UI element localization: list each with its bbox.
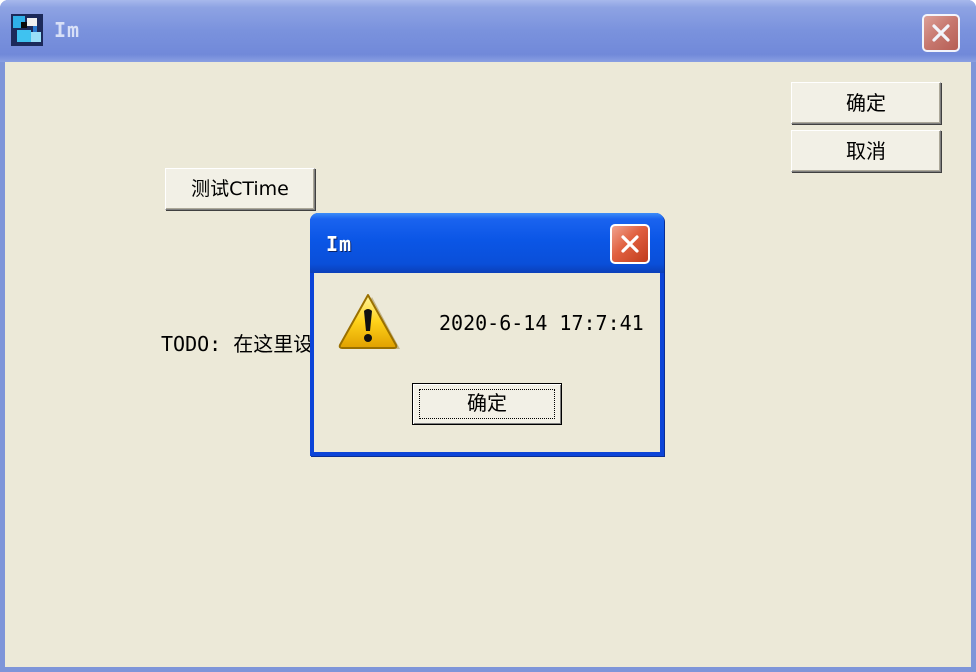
test-ctime-button[interactable]: 测试CTime [165,168,315,210]
dialog-message: 2020-6-14 17:7:41 [439,311,644,335]
cancel-button[interactable]: 取消 [791,130,941,172]
window-title: Im [54,18,81,42]
dialog-title: Im [326,232,353,256]
dialog-ok-button[interactable]: 确定 [412,383,562,425]
todo-label: TODO: 在这里设 [161,332,314,356]
dialog-close-button[interactable] [610,224,650,264]
message-box-dialog: Im 2020-6-14 17:7:41 确定 [310,213,664,456]
focus-rectangle [419,389,555,419]
app-icon [11,14,43,46]
dialog-title-bar[interactable]: Im [310,213,664,273]
close-button[interactable] [922,14,960,52]
warning-icon [338,294,400,349]
close-icon [621,235,639,253]
close-icon [932,24,950,42]
main-title-bar[interactable]: Im [0,0,976,62]
ok-button[interactable]: 确定 [791,82,941,124]
